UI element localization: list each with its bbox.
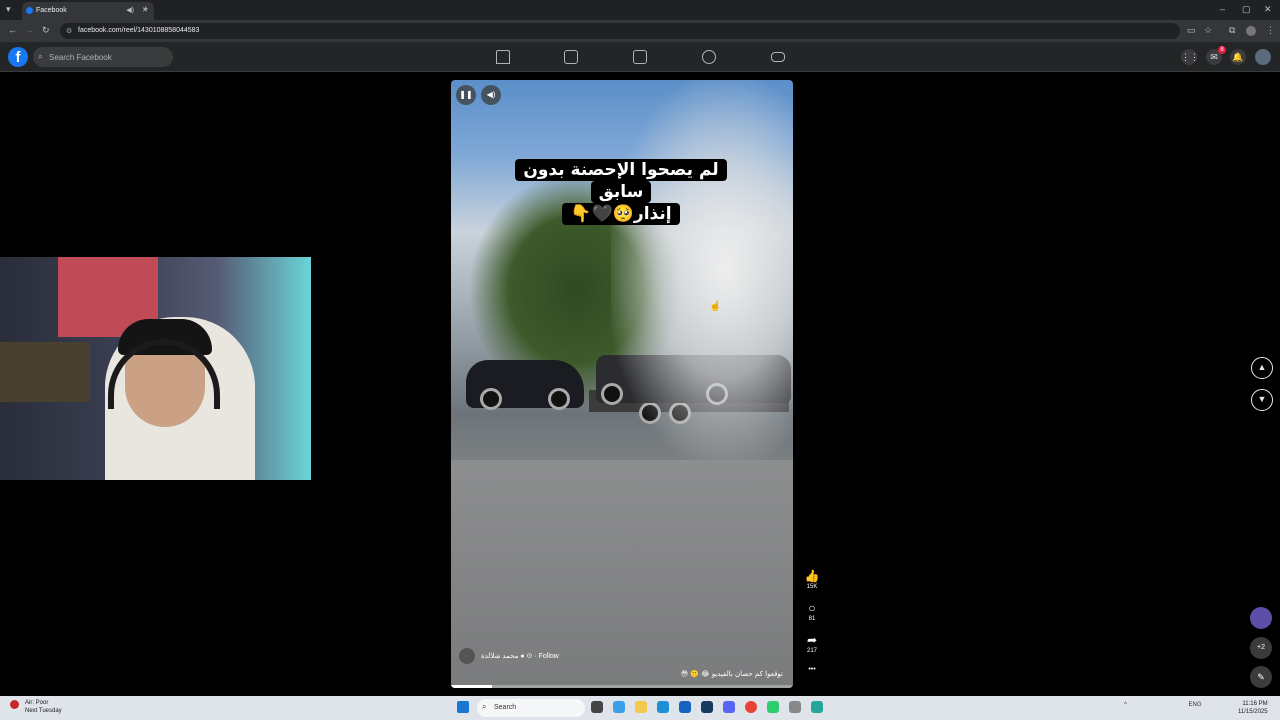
notification-badge: 8	[1218, 46, 1226, 54]
site-info-icon[interactable]: ⚙	[66, 27, 72, 35]
forward-icon[interactable]: →	[25, 25, 34, 35]
comment-button[interactable]: ○ 81	[803, 602, 821, 622]
tray-expand-icon[interactable]: ^	[1124, 702, 1127, 708]
weather-title: Air: Poor	[25, 700, 49, 706]
clock-time: 11:16 PM	[1242, 701, 1268, 707]
tab-list-icon[interactable]: ▾	[6, 4, 11, 15]
caption-line-2: إنذار🥺🖤👇	[562, 203, 680, 225]
previous-reel-icon[interactable]: ▲	[1251, 357, 1273, 379]
author-name-follow[interactable]: محمد شلالدة ● ⊙ · Follow	[481, 653, 559, 660]
marketplace-icon[interactable]	[633, 50, 647, 64]
mouse-cursor-icon: ☝	[709, 301, 722, 312]
notifications-icon[interactable]: 🔔	[1230, 49, 1246, 65]
window-maximize-button[interactable]: ▢	[1242, 4, 1251, 15]
volume-icon[interactable]: ◀)	[481, 85, 501, 105]
reel-overlay-caption: لم يصحوا الإحصنة بدون سابق إنذار🥺🖤👇	[495, 159, 747, 225]
new-tab-button[interactable]: +	[143, 4, 148, 14]
reel-description: توقعوا كم حصان بالفيديو 😂 🤫 😳	[680, 670, 783, 678]
profile-avatar[interactable]	[1246, 26, 1256, 36]
system-tray[interactable]: ^ ENG	[1124, 702, 1202, 708]
edge-icon[interactable]	[657, 701, 669, 713]
window-minimize-button[interactable]: –	[1220, 4, 1225, 14]
like-icon: 👍	[804, 569, 820, 583]
facebook-header: f ⌕ Search Facebook ⋮⋮ ✉ 🔔	[0, 42, 1280, 72]
more-options-button[interactable]: •••	[803, 666, 821, 673]
steam-icon[interactable]	[701, 701, 713, 713]
next-reel-icon[interactable]: ▼	[1251, 389, 1273, 411]
author-avatar[interactable]	[459, 648, 475, 664]
url-text: facebook.com/reel/1430108858044583	[78, 27, 200, 34]
windows-start-icon[interactable]	[457, 701, 469, 713]
browser-toolbar: ← → ↻ ⚙ facebook.com/reel/14301088580445…	[0, 20, 1280, 42]
extensions-icon[interactable]: ⧉	[1229, 25, 1235, 36]
browser-tab-bar: ▾ Facebook ◀) ✕ + – ▢ ✕	[0, 0, 1280, 20]
taskbar-search-label: Search	[494, 704, 517, 711]
chat-avatar[interactable]	[1250, 607, 1272, 629]
clock-date: 11/15/2025	[1238, 709, 1268, 715]
chrome-icon[interactable]	[745, 701, 757, 713]
settings-icon[interactable]	[789, 701, 801, 713]
bookmark-star-icon[interactable]: ☆	[1204, 25, 1212, 36]
weather-subtitle: Next Tuesday	[25, 708, 62, 714]
search-placeholder: Search Facebook	[49, 53, 112, 62]
taskbar-clock[interactable]: 11:16 PM 11/15/2025	[1238, 700, 1268, 716]
back-icon[interactable]: ←	[8, 25, 17, 35]
address-bar[interactable]: ⚙ facebook.com/reel/1430108858044583	[60, 23, 1180, 39]
account-avatar[interactable]	[1255, 49, 1271, 65]
caption-line-1: لم يصحوا الإحصنة بدون سابق	[515, 159, 727, 203]
like-count: 15K	[806, 584, 818, 590]
discord-icon[interactable]	[723, 701, 735, 713]
shelf	[0, 342, 90, 402]
tab-title: Facebook	[36, 7, 67, 14]
home-icon[interactable]	[496, 50, 510, 64]
new-message-icon[interactable]: ✎	[1250, 666, 1272, 688]
more-chats-button[interactable]: +2	[1250, 637, 1272, 659]
window-close-button[interactable]: ✕	[1264, 4, 1272, 15]
reel-progress-fill	[451, 685, 493, 688]
store-icon[interactable]	[679, 701, 691, 713]
smoke	[611, 80, 793, 460]
like-button[interactable]: 👍 15K	[803, 570, 821, 590]
reel-video[interactable]: لم يصحوا الإحصنة بدون سابق إنذار🥺🖤👇 ❚❚ ◀…	[451, 80, 793, 688]
groups-icon[interactable]	[702, 50, 716, 64]
app-teal-icon[interactable]	[811, 701, 823, 713]
file-explorer-icon[interactable]	[635, 701, 647, 713]
share-icon: ➦	[806, 633, 818, 647]
browser-tab[interactable]: Facebook ◀) ✕	[22, 2, 154, 20]
app-green-icon[interactable]	[767, 701, 779, 713]
reel-author[interactable]: محمد شلالدة ● ⊙ · Follow	[459, 648, 559, 664]
reload-icon[interactable]: ↻	[42, 25, 50, 36]
video-icon[interactable]	[564, 50, 578, 64]
comment-count: 81	[808, 616, 816, 622]
install-app-icon[interactable]: ▭	[1187, 25, 1196, 36]
taskbar-search-icon: ⌕	[482, 702, 487, 711]
taskbar-search[interactable]: ⌕ Search	[477, 699, 585, 717]
weather-widget[interactable]: Air: Poor Next Tuesday	[10, 699, 62, 715]
pause-icon[interactable]: ❚❚	[456, 85, 476, 105]
language-indicator[interactable]: ENG	[1189, 702, 1202, 708]
menu-grid-icon[interactable]: ⋮⋮	[1181, 49, 1199, 65]
tab-audio-icon[interactable]: ◀)	[126, 6, 134, 14]
search-input[interactable]: ⌕ Search Facebook	[33, 47, 173, 67]
facebook-logo[interactable]: f	[8, 47, 28, 67]
black-car	[466, 360, 584, 410]
search-icon: ⌕	[38, 51, 44, 61]
task-view-icon[interactable]	[591, 701, 603, 713]
windows-taskbar: Air: Poor Next Tuesday ⌕ Search ^ ENG 11…	[0, 696, 1280, 720]
reel-progress-bar[interactable]	[451, 685, 793, 688]
webcam-overlay	[0, 257, 311, 480]
air-quality-icon	[10, 700, 19, 709]
gaming-icon[interactable]	[771, 52, 785, 62]
browser-menu-icon[interactable]: ⋮	[1266, 25, 1275, 36]
copilot-icon[interactable]	[613, 701, 625, 713]
share-count: 217	[806, 648, 817, 654]
facebook-favicon-icon	[26, 7, 33, 14]
share-button[interactable]: ➦ 217	[803, 634, 821, 654]
comment-icon: ○	[808, 601, 816, 615]
